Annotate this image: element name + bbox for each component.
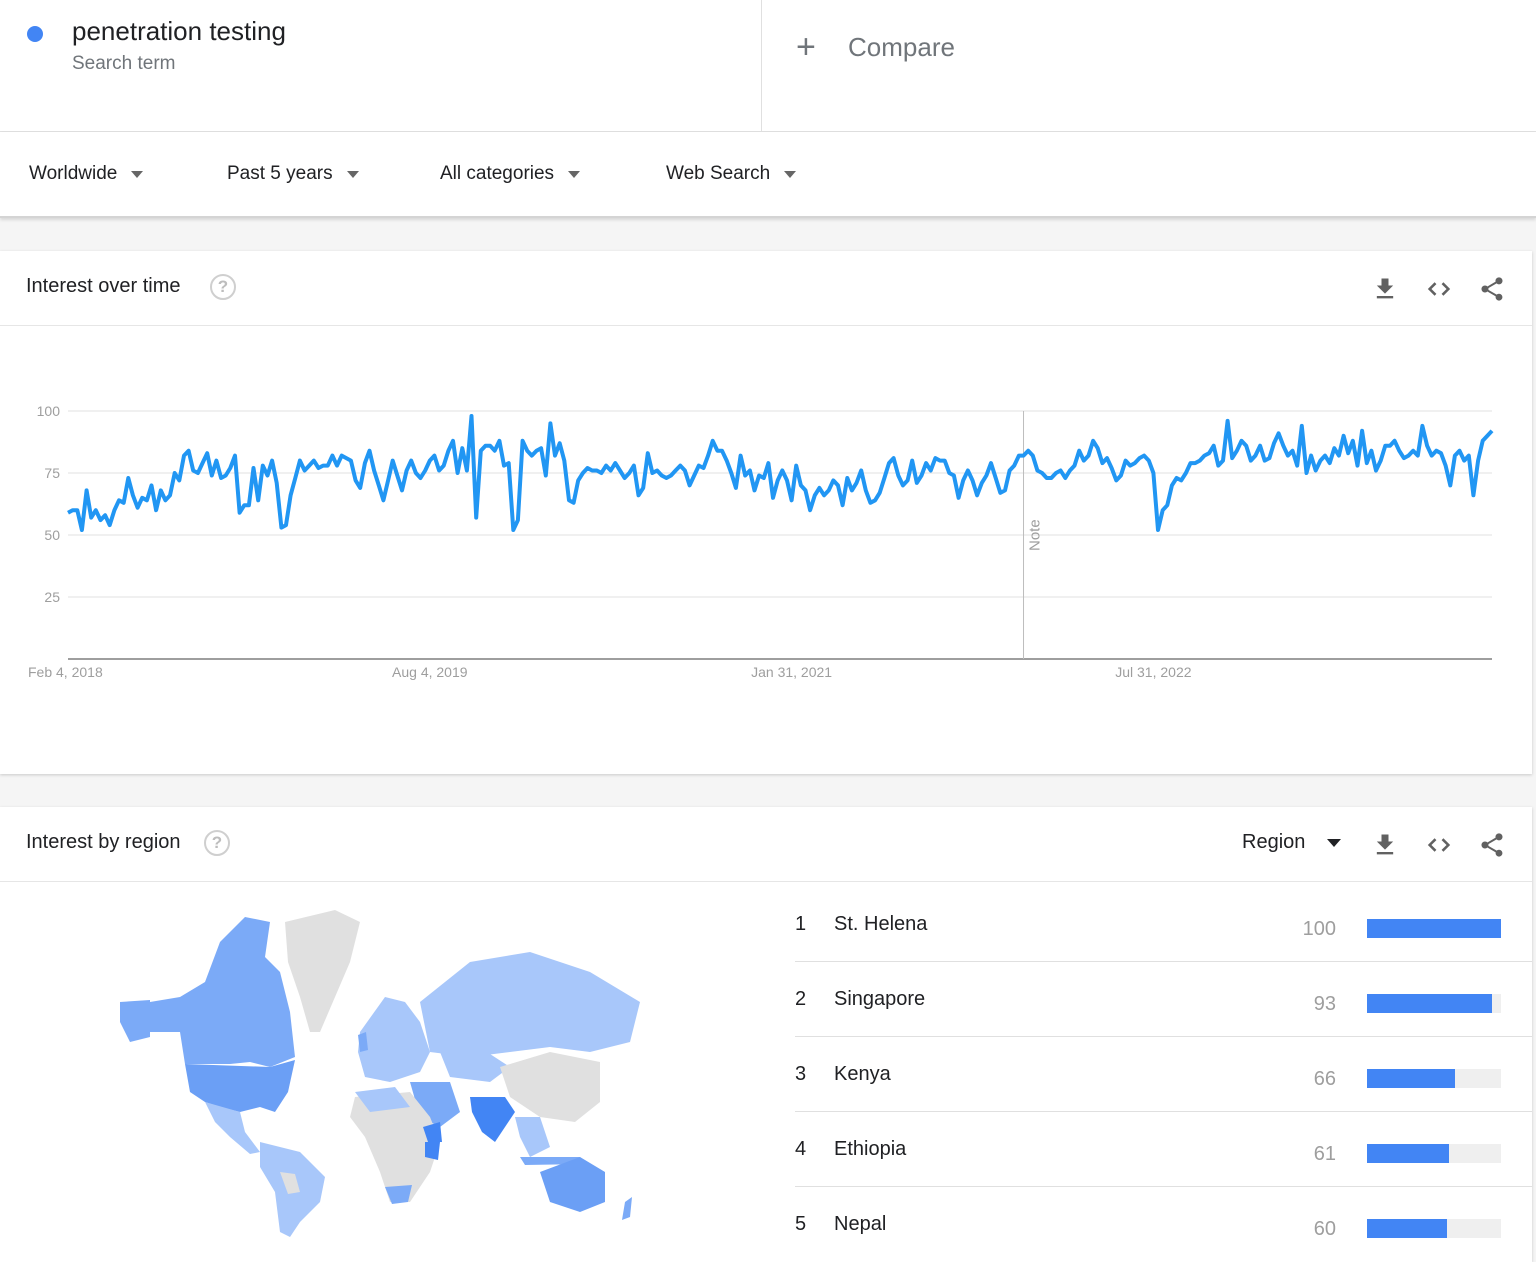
time-range-filter[interactable]: Past 5 years (227, 163, 359, 185)
chevron-down-icon (568, 170, 581, 178)
y-tick-label: 25 (44, 589, 60, 605)
world-map[interactable] (110, 902, 660, 1242)
region-rank: 4 (795, 1138, 807, 1160)
location-filter-label: Worldwide (29, 163, 118, 184)
map-region-india[interactable] (470, 1097, 515, 1142)
region-bar (1367, 994, 1501, 1013)
region-value: 60 (1313, 1218, 1336, 1240)
map-region-canada[interactable] (150, 917, 295, 1067)
map-region-kenya[interactable] (425, 1142, 440, 1160)
region-value: 61 (1313, 1143, 1336, 1165)
region-row[interactable]: 4 Ethiopia 61 (795, 1112, 1532, 1187)
region-value: 66 (1313, 1068, 1336, 1090)
region-rank: 1 (795, 913, 807, 935)
interest-over-time-title: Interest over time (26, 275, 181, 297)
y-tick-label: 50 (44, 527, 60, 543)
download-icon[interactable] (1371, 831, 1399, 859)
interest-by-region-card: Interest by region ? Region 1 St. Helena… (0, 807, 1532, 1262)
time-range-filter-label: Past 5 years (227, 163, 333, 184)
x-tick-label: Feb 4, 2018 (28, 664, 103, 680)
region-bar-fill (1367, 1219, 1448, 1238)
card-header: Interest by region ? Region (0, 807, 1532, 882)
region-name[interactable]: St. Helena (834, 913, 927, 936)
card-header: Interest over time ? (0, 251, 1532, 326)
region-row[interactable]: 5 Nepal 60 (795, 1187, 1532, 1262)
interest-by-region-title: Interest by region (26, 831, 181, 853)
map-region-russia[interactable] (420, 952, 640, 1057)
map-region-europe[interactable] (358, 997, 430, 1082)
region-name[interactable]: Kenya (834, 1063, 891, 1086)
interest-line-chart[interactable]: 25 50 75 100 Note Feb 4, 2018 Aug 4, 2019 Jan… (0, 326, 1532, 774)
region-bar (1367, 1144, 1501, 1163)
series-color-dot (27, 26, 43, 42)
region-bar-fill (1367, 1069, 1456, 1088)
embed-icon[interactable] (1425, 275, 1453, 303)
chevron-down-icon (784, 170, 797, 178)
x-tick-label: Aug 4, 2019 (392, 664, 468, 680)
x-tick-label: Jul 31, 2022 (1115, 664, 1191, 680)
map-region-usa[interactable] (185, 1060, 295, 1112)
map-region-greenland[interactable] (285, 910, 360, 1032)
region-bar-fill (1367, 919, 1501, 938)
region-bar (1367, 1069, 1501, 1088)
region-bar (1367, 1219, 1501, 1238)
location-filter[interactable]: Worldwide (29, 163, 144, 185)
share-icon[interactable] (1478, 831, 1506, 859)
download-icon[interactable] (1371, 275, 1399, 303)
interest-over-time-card: Interest over time ? 25 50 75 100 Note Feb … (0, 251, 1532, 774)
x-tick-label: Jan 31, 2021 (751, 664, 832, 680)
map-region-china[interactable] (500, 1052, 600, 1122)
compare-button[interactable]: + Compare (796, 30, 955, 64)
region-name[interactable]: Ethiopia (834, 1138, 906, 1161)
resolution-select[interactable]: Region (1242, 831, 1342, 854)
search-type-filter[interactable]: Web Search (666, 163, 797, 185)
chevron-down-icon (1327, 838, 1342, 847)
region-row[interactable]: 2 Singapore 93 (795, 962, 1532, 1037)
search-term-name[interactable]: penetration testing (72, 16, 286, 47)
map-region-new-zealand[interactable] (622, 1197, 632, 1220)
y-tick-label: 100 (37, 403, 61, 419)
category-filter[interactable]: All categories (440, 163, 581, 185)
search-term-subtitle: Search term (72, 53, 176, 74)
plus-icon: + (796, 28, 816, 66)
help-icon[interactable]: ? (204, 830, 230, 856)
region-value: 93 (1313, 993, 1336, 1015)
filter-bar: Worldwide Past 5 years All categories We… (0, 132, 1536, 218)
compare-label: Compare (848, 31, 955, 62)
region-rank: 3 (795, 1063, 807, 1085)
region-value: 100 (1302, 918, 1336, 940)
map-region-se-asia[interactable] (515, 1117, 550, 1157)
map-region-south-africa[interactable] (385, 1185, 412, 1204)
region-bar (1367, 919, 1501, 938)
share-icon[interactable] (1478, 275, 1506, 303)
region-bar-fill (1367, 1144, 1449, 1163)
region-rank: 5 (795, 1213, 807, 1235)
region-row[interactable]: 1 St. Helena 100 (795, 887, 1532, 962)
y-tick-label: 75 (44, 465, 60, 481)
map-region-alaska[interactable] (120, 1000, 150, 1042)
chevron-down-icon (131, 170, 144, 178)
search-term-card[interactable]: penetration testing Search term (0, 0, 762, 132)
category-filter-label: All categories (440, 163, 555, 184)
region-name[interactable]: Nepal (834, 1213, 886, 1236)
help-icon[interactable]: ? (210, 274, 236, 300)
region-bar-fill (1367, 994, 1492, 1013)
region-row[interactable]: 3 Kenya 66 (795, 1037, 1532, 1112)
search-type-filter-label: Web Search (666, 163, 771, 184)
region-rank: 2 (795, 988, 807, 1010)
region-name[interactable]: Singapore (834, 988, 925, 1011)
embed-icon[interactable] (1425, 831, 1453, 859)
map-region-australia[interactable] (540, 1157, 605, 1212)
note-label[interactable]: Note (1027, 519, 1044, 551)
chevron-down-icon (346, 170, 359, 178)
resolution-select-label: Region (1242, 831, 1306, 853)
search-term-bar: penetration testing Search term + Compar… (0, 0, 1536, 132)
map-region-central-asia[interactable] (440, 1052, 510, 1082)
